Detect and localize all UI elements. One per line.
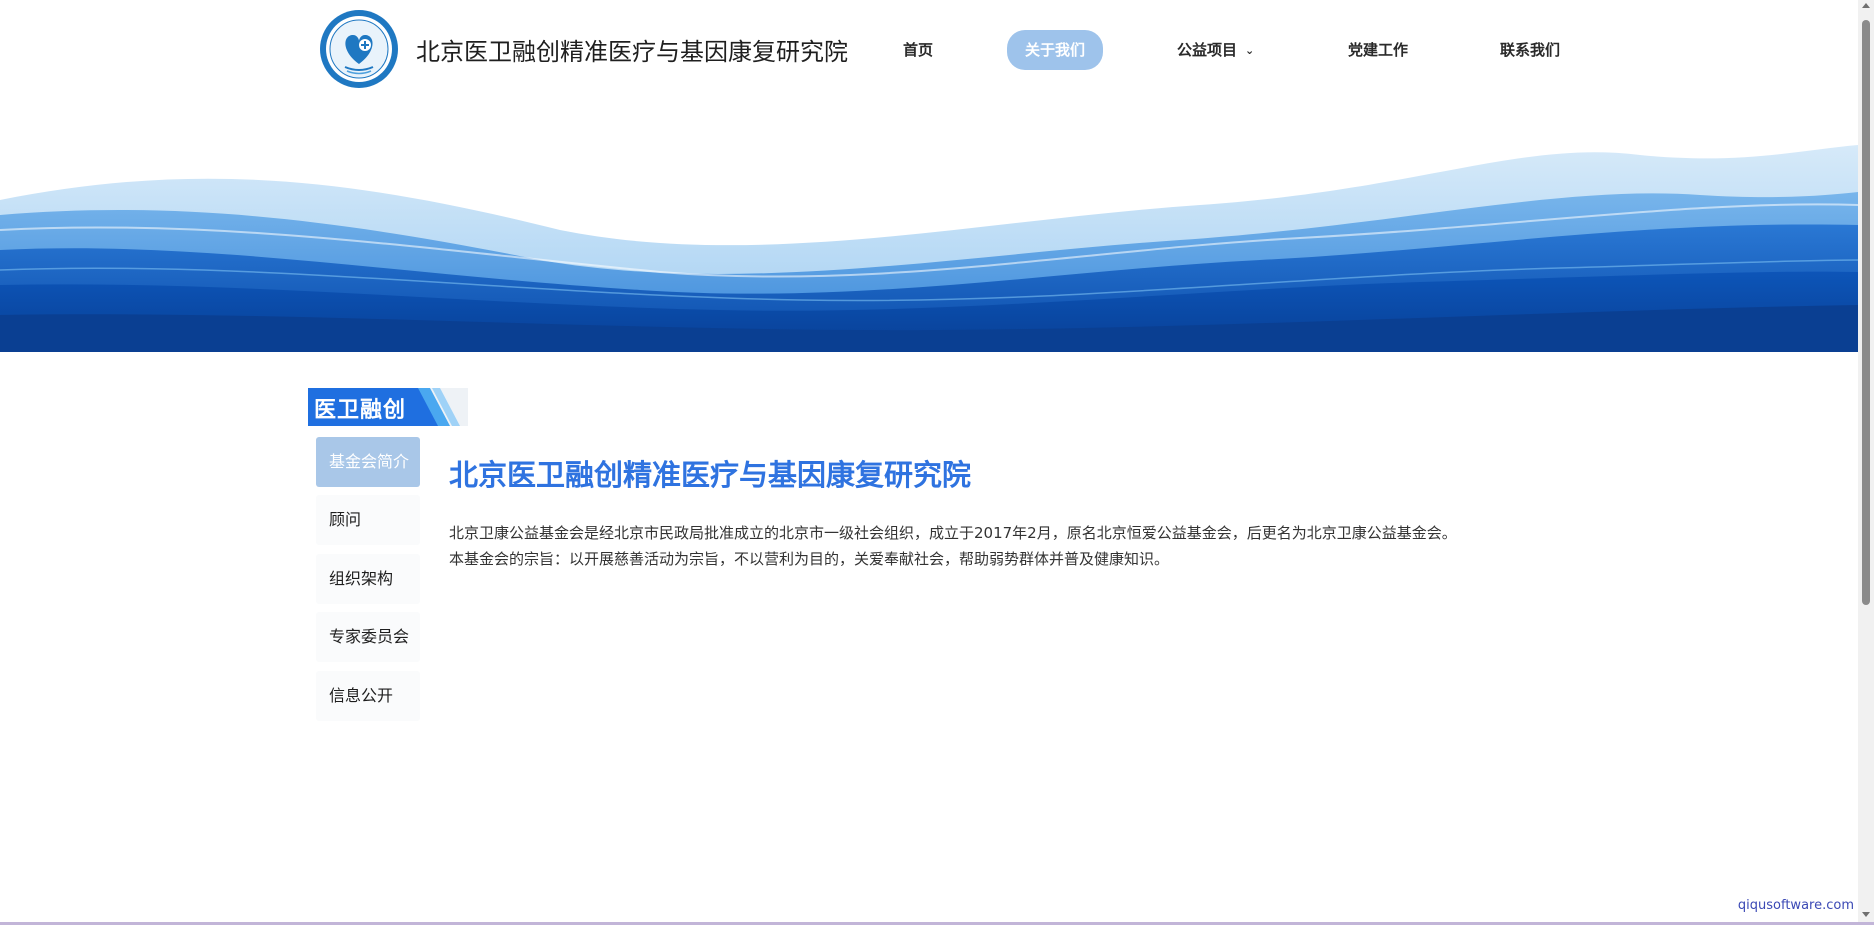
sidebar-item-foundation-intro[interactable]: 基金会简介: [316, 437, 420, 487]
watermark: qiqusoftware.com: [1737, 898, 1854, 913]
nav-contact-us[interactable]: 联系我们: [1500, 30, 1560, 70]
intro-paragraph: 北京卫康公益基金会是经北京市民政局批准成立的北京市一级社会组织，成立于2017年…: [449, 524, 1457, 542]
scroll-up-icon[interactable]: [1862, 3, 1870, 8]
sidebar-title: 医卫融创: [308, 388, 468, 426]
nav-public-welfare-label: 公益项目: [1177, 41, 1238, 59]
wave-banner-graphic: [0, 145, 1858, 352]
chevron-down-icon: ⌄: [1245, 44, 1255, 57]
nav-home[interactable]: 首页: [903, 30, 933, 70]
seal-logo[interactable]: [319, 9, 399, 89]
intro-paragraph: 本基金会的宗旨：以开展慈善活动为宗旨，不以营利为目的，关爱奉献社会，帮助弱势群体…: [449, 550, 1170, 568]
nav-about-us[interactable]: 关于我们: [1007, 30, 1104, 70]
sidebar-item-expert-committee[interactable]: 专家委员会: [316, 612, 420, 662]
scroll-down-icon[interactable]: [1862, 912, 1870, 917]
scrollbar-thumb[interactable]: [1862, 20, 1870, 605]
site-title[interactable]: 北京医卫融创精准医疗与基因康复研究院: [416, 32, 848, 67]
page-title: 北京医卫融创精准医疗与基因康复研究院: [449, 458, 972, 492]
sidebar-item-advisors[interactable]: 顾问: [316, 495, 420, 545]
nav-party-work[interactable]: 党建工作: [1348, 30, 1408, 70]
nav-public-welfare[interactable]: 公益项目 ⌄: [1177, 30, 1254, 70]
sidebar-item-disclosure[interactable]: 信息公开: [316, 671, 420, 721]
intro-text: 北京卫康公益基金会是经北京市民政局批准成立的北京市一级社会组织，成立于2017年…: [449, 520, 1457, 572]
vertical-scrollbar[interactable]: [1858, 0, 1874, 925]
sidebar-title-label: 医卫融创: [314, 398, 407, 423]
wave-banner: [0, 100, 1858, 352]
site-header: 北京医卫融创精准医疗与基因康复研究院 首页 关于我们 公益项目 ⌄ 党建工作 联系…: [0, 0, 1858, 101]
sidebar-item-organization[interactable]: 组织架构: [316, 554, 420, 604]
